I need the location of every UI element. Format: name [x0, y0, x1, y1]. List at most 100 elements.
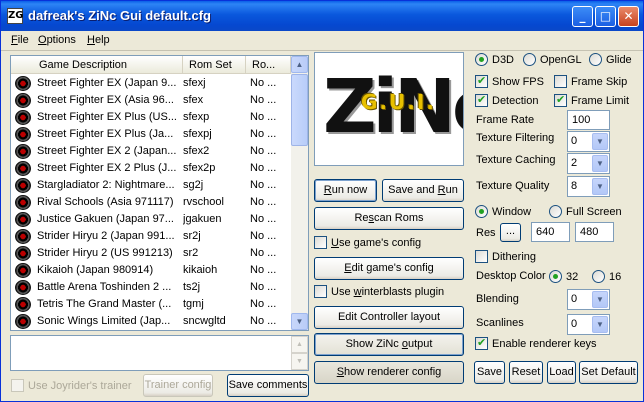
cell-rom-status: No ... [250, 94, 277, 106]
texture-filtering-value: 0 [571, 135, 578, 147]
table-row[interactable]: Justice Gakuen (Japan 97... jgakuen No ... [11, 211, 291, 228]
run-now-button[interactable]: Run now [314, 179, 377, 202]
cell-description: Strider Hiryu 2 (Japan 991... [37, 230, 175, 242]
cell-description: Street Fighter EX (Asia 96... [37, 94, 174, 106]
cell-description: Street Fighter EX (Japan 9... [37, 77, 177, 89]
comments-scroll-up-icon[interactable]: ▲ [291, 336, 308, 353]
save-button[interactable]: Save [474, 361, 505, 384]
chevron-down-icon[interactable]: ▼ [592, 133, 608, 150]
res-width-input[interactable]: 640 [531, 222, 570, 242]
show-zinc-output-button[interactable]: Show ZiNc output [314, 333, 464, 356]
table-row[interactable]: Battle Arena Toshinden 2 ... ts2j No ... [11, 279, 291, 296]
save-comments-button[interactable]: Save comments [227, 374, 309, 397]
texture-caching-select[interactable]: 2 ▼ [567, 153, 610, 174]
list-scrollbar[interactable]: ▲ ▼ [291, 56, 308, 330]
table-row[interactable]: Street Fighter EX 2 (Japan... sfex2 No ... [11, 143, 291, 160]
frame-rate-input[interactable]: 100 [567, 110, 610, 130]
table-row[interactable]: Strider Hiryu 2 (Japan 991... sr2j No ... [11, 228, 291, 245]
res-browse-button[interactable]: ... [500, 223, 521, 242]
scroll-down-icon[interactable]: ▼ [291, 313, 308, 330]
save-and-run-button[interactable]: Save and Run [382, 179, 464, 202]
comments-textarea[interactable]: ▲ ▼ [10, 335, 309, 371]
frame-skip-label: Frame Skip [571, 76, 628, 88]
scroll-up-icon[interactable]: ▲ [291, 56, 308, 73]
table-row[interactable]: Street Fighter EX 2 Plus (J... sfex2p No .… [11, 160, 291, 177]
chevron-down-icon[interactable]: ▼ [592, 155, 608, 172]
table-row[interactable]: Tetris The Grand Master (... tgmj No ... [11, 296, 291, 313]
cell-rom-status: No ... [250, 128, 277, 140]
edit-games-config-button[interactable]: Edit game's config [314, 257, 464, 280]
cell-rom-set: sfex2 [183, 145, 210, 157]
chevron-down-icon[interactable]: ▼ [592, 291, 608, 308]
table-row[interactable]: Street Fighter EX Plus (Ja... sfexpj No ..… [11, 126, 291, 143]
game-disc-icon [15, 297, 31, 312]
enable-renderer-keys-label: Enable renderer keys [492, 338, 597, 350]
set-default-button[interactable]: Set Default [579, 361, 638, 384]
comments-scroll-down-icon[interactable]: ▼ [291, 353, 308, 370]
load-button[interactable]: Load [547, 361, 576, 384]
run-now-label: un now [331, 184, 368, 196]
menu-options[interactable]: Options [38, 34, 76, 46]
cell-rom-set: sg2j [183, 179, 204, 191]
chevron-down-icon[interactable]: ▼ [592, 316, 608, 333]
menu-bar: File Options Help [1, 31, 643, 51]
cell-rom-set: sr2 [183, 247, 199, 259]
cell-rom-set: ts2j [183, 281, 201, 293]
cell-rom-status: No ... [250, 145, 277, 157]
frame-rate-label: Frame Rate [476, 114, 535, 126]
maximize-button[interactable]: □ [595, 6, 616, 27]
radio-window-label: Window [492, 206, 532, 218]
column-rom-status[interactable]: Ro... [246, 56, 291, 74]
table-row[interactable]: Rival Schools (Asia 971117) rvschool No ..… [11, 194, 291, 211]
menu-file[interactable]: File [11, 34, 29, 46]
table-row[interactable]: Street Fighter EX Plus (US... sfexp No ... [11, 109, 291, 126]
game-list[interactable]: Game Description Rom Set Ro... Street Fi… [10, 55, 309, 331]
table-row[interactable]: Stargladiator 2: Nightmare... sg2j No ... [11, 177, 291, 194]
dithering-label: Dithering [492, 251, 537, 263]
cell-description: Tetris The Grand Master (... [37, 298, 172, 310]
table-row[interactable]: Strider Hiryu 2 (US 991213) sr2 No ... [11, 245, 291, 262]
title-bar[interactable]: ZG dafreak's ZiNc Gui default.cfg _ □ ✕ [1, 1, 643, 31]
scanlines-select[interactable]: 0 ▼ [567, 314, 610, 335]
game-disc-icon [15, 212, 31, 227]
frame-skip-box [554, 75, 567, 88]
trainer-config-button[interactable]: Trainer config [143, 374, 213, 397]
use-winterblasts-key: w [353, 286, 362, 298]
cell-rom-set: sncwgltd [183, 315, 226, 327]
column-rom-set[interactable]: Rom Set [183, 56, 246, 74]
close-button[interactable]: ✕ [618, 6, 639, 27]
dithering-box [475, 250, 488, 263]
game-disc-icon [15, 110, 31, 125]
table-row[interactable]: Kikaioh (Japan 980914) kikaioh No ... [11, 262, 291, 279]
radio-color-32-dot [549, 270, 562, 283]
save-and-run-label: Save and [388, 184, 438, 196]
table-row[interactable]: Street Fighter EX (Japan 9... sfexj No ... [11, 75, 291, 92]
texture-filtering-select[interactable]: 0 ▼ [567, 131, 610, 152]
enable-renderer-keys-box [475, 336, 488, 350]
show-renderer-config-button[interactable]: Show renderer config [314, 361, 464, 384]
main-window: ZG dafreak's ZiNc Gui default.cfg _ □ ✕ … [0, 0, 644, 402]
table-row[interactable]: Street Fighter EX (Asia 96... sfex No ... [11, 92, 291, 109]
reset-button[interactable]: Reset [509, 361, 543, 384]
chevron-down-icon[interactable]: ▼ [592, 178, 608, 195]
blending-select[interactable]: 0 ▼ [567, 289, 610, 310]
edit-controller-layout-button[interactable]: Edit Controller layout [314, 306, 464, 329]
rescan-roms-button[interactable]: Rescan Roms [314, 207, 464, 230]
show-renderer-config-label: how renderer config [344, 366, 442, 378]
use-games-config-label: Use game's config [331, 236, 421, 250]
game-disc-icon [15, 93, 31, 108]
table-row[interactable]: Sonic Wings Limited (Jap... sncwgltd No ..… [11, 313, 291, 330]
texture-quality-select[interactable]: 8 ▼ [567, 176, 610, 197]
edit-games-config-label: dit game's config [351, 262, 434, 274]
comments-scrollbar[interactable]: ▲ ▼ [291, 336, 308, 370]
res-label: Res [476, 227, 496, 239]
game-disc-icon [15, 178, 31, 193]
column-game-description[interactable]: Game Description [11, 56, 183, 74]
show-zinc-output-label: Show ZiNc [345, 338, 402, 350]
game-disc-icon [15, 280, 31, 295]
cell-description: Battle Arena Toshinden 2 ... [37, 281, 172, 293]
minimize-button[interactable]: _ [572, 6, 593, 27]
res-height-input[interactable]: 480 [575, 222, 614, 242]
menu-help[interactable]: Help [87, 34, 110, 46]
scroll-thumb[interactable] [291, 74, 308, 146]
